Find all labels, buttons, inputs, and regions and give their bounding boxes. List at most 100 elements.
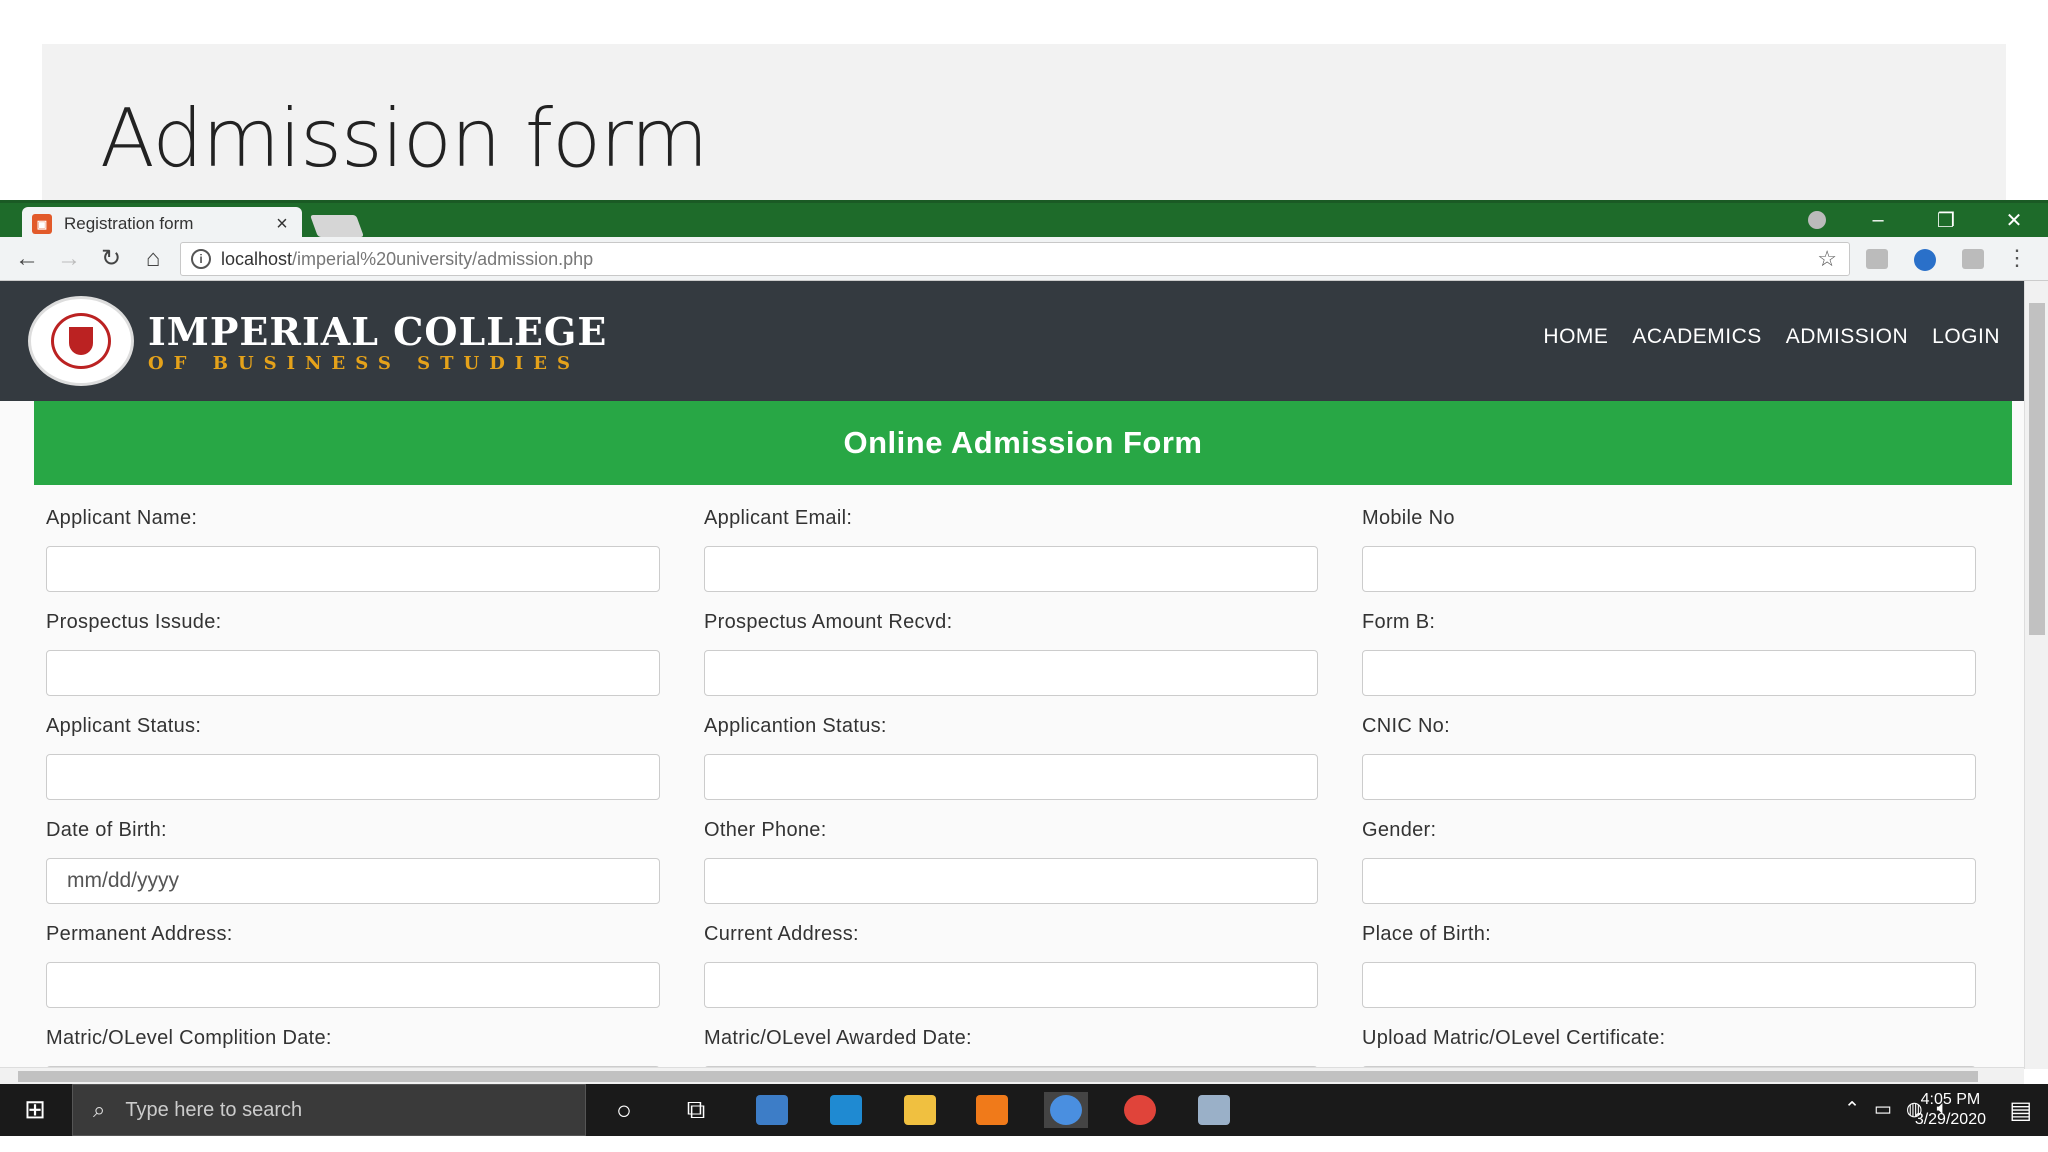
seal-ring — [51, 313, 111, 369]
vertical-scroll-thumb[interactable] — [2029, 303, 2045, 635]
field-applicant-email: Applicant Email: — [704, 507, 1318, 592]
nav-home[interactable]: HOME — [1543, 325, 1608, 349]
chrome-icon[interactable] — [1118, 1092, 1162, 1128]
current-address-input[interactable] — [704, 962, 1318, 1008]
vscode-icon[interactable] — [824, 1092, 868, 1128]
field-current-address: Current Address: — [704, 923, 1318, 1008]
forward-arrow-icon[interactable]: → — [54, 245, 84, 273]
reload-icon[interactable]: ↻ — [96, 245, 126, 273]
profile-icon[interactable] — [1808, 211, 1826, 229]
taskbar-search-placeholder: Type here to search — [125, 1098, 303, 1121]
paint-icon[interactable] — [1192, 1092, 1236, 1128]
field-applicant-status: Applicant Status: — [46, 715, 660, 800]
tab-title: Registration form — [64, 214, 194, 233]
cortana-icon[interactable]: ○ — [602, 1092, 646, 1128]
horizontal-scroll-thumb[interactable] — [18, 1071, 1978, 1082]
web-page: IMPERIAL COLLEGE OF BUSINESS STUDIES HOM… — [0, 281, 2024, 1069]
new-tab-button[interactable] — [309, 215, 365, 237]
form-title: Online Admission Form — [843, 425, 1203, 460]
notification-center-icon[interactable]: ▤ — [2009, 1096, 2032, 1125]
battery-icon[interactable]: ▭ — [1874, 1098, 1892, 1121]
field-prospectus-issued: Prospectus Issude: — [46, 611, 660, 696]
date-of-birth-input[interactable] — [46, 858, 660, 904]
applicant-email-input[interactable] — [704, 546, 1318, 592]
site-info-icon[interactable]: i — [191, 249, 211, 269]
nav-admission[interactable]: ADMISSION — [1786, 325, 1908, 349]
chevron-up-icon[interactable]: ⌃ — [1844, 1098, 1860, 1121]
taskbar-search[interactable]: ⌕ Type here to search — [72, 1084, 586, 1136]
field-other-phone: Other Phone: — [704, 819, 1318, 904]
minimize-icon[interactable]: – — [1844, 209, 1912, 232]
field-matric-awarded-date: Matric/OLevel Awarded Date: — [704, 1027, 1318, 1069]
browser-menu-icon[interactable]: ⋮ — [2006, 245, 2028, 271]
field-applicant-name: Applicant Name: — [46, 507, 660, 592]
field-label: Current Address: — [704, 923, 859, 945]
presentation-slide: Admission form ▣ Registration form × – ❐… — [0, 0, 2048, 1152]
site-header: IMPERIAL COLLEGE OF BUSINESS STUDIES HOM… — [0, 281, 2024, 401]
url-text[interactable]: localhost/imperial%20university/admissio… — [221, 249, 1817, 270]
nav-academics[interactable]: ACADEMICS — [1632, 325, 1761, 349]
taskbar-clock[interactable]: 4:05 PM 3/29/2020 — [1915, 1090, 1986, 1130]
back-arrow-icon[interactable]: ← — [12, 245, 42, 273]
seal-shield-icon — [69, 327, 93, 355]
form-b-input[interactable] — [1362, 650, 1976, 696]
field-label: Place of Birth: — [1362, 923, 1492, 945]
other-phone-input[interactable] — [704, 858, 1318, 904]
chrome-active-icon[interactable] — [1044, 1092, 1088, 1128]
permanent-address-input[interactable] — [46, 962, 660, 1008]
tab-close-icon[interactable]: × — [272, 213, 292, 236]
browser-tab[interactable]: ▣ Registration form × — [22, 207, 302, 241]
form-banner: Online Admission Form — [34, 401, 2012, 485]
field-label: Applicantion Status: — [704, 715, 887, 737]
search-icon: ⌕ — [93, 1097, 106, 1122]
field-label: Upload Matric/OLevel Certificate: — [1362, 1027, 1666, 1049]
taskbar-app-icon[interactable] — [750, 1092, 794, 1128]
clock-time: 4:05 PM — [1920, 1091, 1981, 1108]
field-label: Other Phone: — [704, 819, 827, 841]
nav-login[interactable]: LOGIN — [1932, 325, 2000, 349]
field-label: Prospectus Issude: — [46, 611, 222, 633]
extension-icon-2[interactable] — [1962, 249, 1984, 269]
field-label: Applicant Name: — [46, 507, 198, 529]
address-bar[interactable]: i localhost/imperial%20university/admiss… — [180, 242, 1850, 276]
restore-icon[interactable]: ❐ — [1912, 208, 1980, 233]
field-prospectus-amount: Prospectus Amount Recvd: — [704, 611, 1318, 696]
extension-search-icon[interactable] — [1914, 249, 1936, 271]
bookmark-star-icon[interactable]: ☆ — [1817, 246, 1849, 272]
field-label: Form B: — [1362, 611, 1436, 633]
extension-icon[interactable] — [1866, 249, 1888, 269]
field-gender: Gender: — [1362, 819, 1976, 904]
place-of-birth-input[interactable] — [1362, 962, 1976, 1008]
field-form-b: Form B: — [1362, 611, 1976, 696]
close-window-icon[interactable]: ✕ — [1980, 208, 2048, 233]
file-explorer-icon[interactable] — [898, 1092, 942, 1128]
prospectus-issued-input[interactable] — [46, 650, 660, 696]
field-date-of-birth: Date of Birth: — [46, 819, 660, 904]
application-status-input[interactable] — [704, 754, 1318, 800]
sublime-text-icon[interactable] — [970, 1092, 1014, 1128]
windows-start-icon[interactable]: ⊞ — [12, 1094, 58, 1126]
prospectus-amount-input[interactable] — [704, 650, 1318, 696]
task-view-icon[interactable]: ⧉ — [674, 1092, 718, 1128]
field-mobile-no: Mobile No — [1362, 507, 1976, 592]
field-label: Prospectus Amount Recvd: — [704, 611, 953, 633]
url-path: /imperial%20university/admission.php — [292, 248, 594, 269]
field-label: Applicant Status: — [46, 715, 202, 737]
applicant-status-input[interactable] — [46, 754, 660, 800]
main-nav: HOME ACADEMICS ADMISSION LOGIN — [1543, 325, 2000, 349]
horizontal-scrollbar[interactable] — [0, 1067, 2024, 1084]
applicant-name-input[interactable] — [46, 546, 660, 592]
field-application-status: Applicantion Status: — [704, 715, 1318, 800]
clock-date: 3/29/2020 — [1914, 1111, 1986, 1128]
home-icon[interactable]: ⌂ — [138, 245, 168, 273]
college-seal-logo[interactable] — [28, 296, 134, 386]
mobile-no-input[interactable] — [1362, 546, 1976, 592]
field-cnic-no: CNIC No: — [1362, 715, 1976, 800]
vertical-scrollbar[interactable] — [2024, 281, 2048, 1069]
field-permanent-address: Permanent Address: — [46, 923, 660, 1008]
brand-name[interactable]: IMPERIAL COLLEGE — [148, 309, 607, 354]
field-label: Permanent Address: — [46, 923, 233, 945]
browser-window: ▣ Registration form × – ❐ ✕ ← → ↻ ⌂ i lo… — [0, 200, 2048, 1084]
gender-input[interactable] — [1362, 858, 1976, 904]
cnic-no-input[interactable] — [1362, 754, 1976, 800]
